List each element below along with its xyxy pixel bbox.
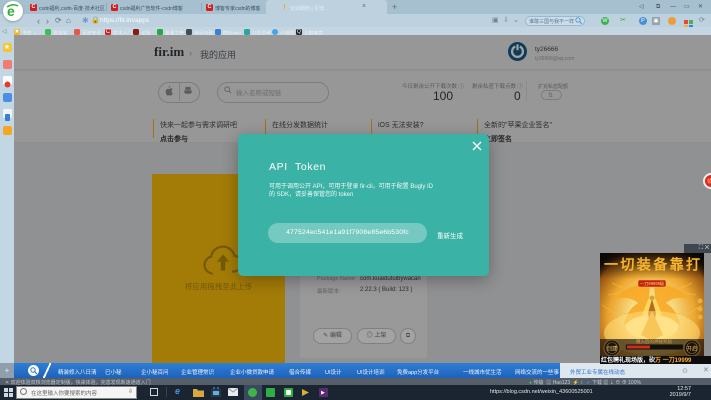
svg-text:创建: 创建 <box>606 345 618 353</box>
svg-text:撒入后的神秘奖励: 撒入后的神秘奖励 <box>636 338 672 345</box>
svg-text:一刀99999级: 一刀99999级 <box>640 280 665 287</box>
svg-text:开启: 开启 <box>686 345 697 353</box>
